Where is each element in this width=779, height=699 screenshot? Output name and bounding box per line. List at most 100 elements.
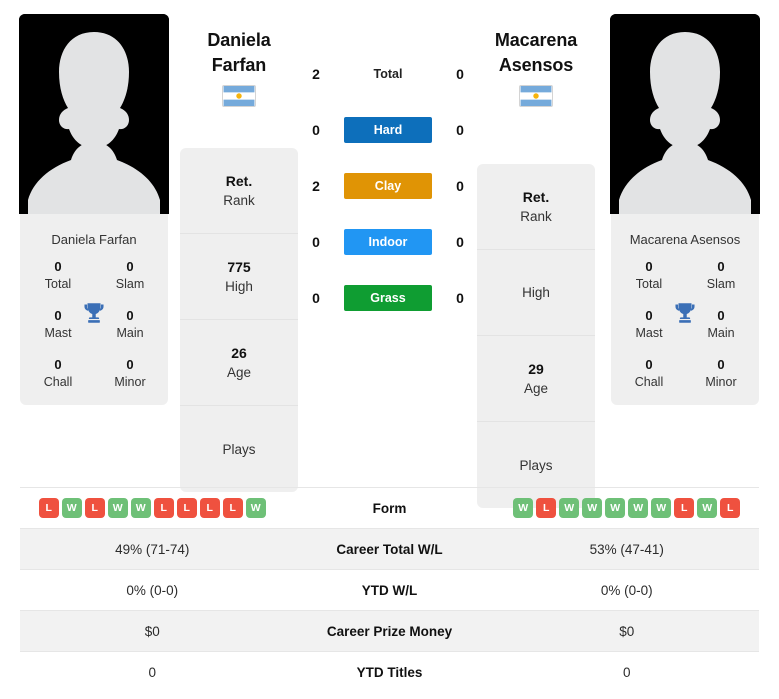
surface-score-left-clay: 2 bbox=[312, 178, 320, 194]
titles-row-3-right: 0 Chall 0 Minor bbox=[611, 356, 759, 391]
player-titles-card-right: Macarena Asensos 0 Total 0 Slam 0 Mast 0… bbox=[611, 214, 759, 405]
titles-total-label-left: Total bbox=[44, 277, 72, 291]
player-last-name-left: Farfan bbox=[211, 55, 267, 75]
form-badge-loss: L bbox=[536, 498, 557, 518]
table-row-career-total-wl: 49% (71-74) Career Total W/L 53% (47-41) bbox=[20, 528, 759, 569]
titles-total-right: 0 Total bbox=[625, 258, 673, 293]
career-stats-table: LWLWWLLLLW Form WLWWWWWLWL 49% (71-74) C… bbox=[20, 487, 759, 692]
titles-mast-value-right: 0 bbox=[645, 308, 653, 323]
titles-chall-right: 0 Chall bbox=[625, 356, 673, 391]
row-label-ytd-wl: YTD W/L bbox=[361, 582, 418, 598]
info-high-label-right: High bbox=[522, 285, 550, 300]
surface-label-hard: Hard bbox=[344, 117, 432, 143]
titles-minor-right: 0 Minor bbox=[697, 356, 745, 391]
player-name-header-left: Daniela Farfan bbox=[159, 28, 319, 107]
player-first-name-right: Macarena bbox=[494, 30, 578, 50]
surface-score-right-indoor: 0 bbox=[456, 234, 464, 250]
career-prize-money-left: $0 bbox=[144, 623, 160, 639]
titles-total-value-left: 0 bbox=[54, 259, 62, 274]
surface-score-left-hard: 0 bbox=[312, 122, 320, 138]
ytd-titles-left: 0 bbox=[148, 664, 156, 680]
info-rank-value-left: Ret. bbox=[225, 173, 253, 189]
form-badge-loss: L bbox=[153, 498, 174, 518]
titles-main-label-right: Main bbox=[707, 326, 735, 340]
player-last-name-right: Asensos bbox=[498, 55, 574, 75]
info-rank-label-left: Rank bbox=[223, 193, 255, 208]
surface-row-hard: 0 Hard 0 bbox=[303, 116, 473, 144]
titles-minor-value-right: 0 bbox=[717, 357, 725, 372]
titles-slam-value-left: 0 bbox=[126, 259, 134, 274]
titles-minor-label-left: Minor bbox=[114, 375, 146, 389]
row-label-career-total-wl: Career Total W/L bbox=[336, 541, 443, 557]
info-age-right: 29 Age bbox=[477, 336, 595, 422]
titles-chall-value-left: 0 bbox=[54, 357, 62, 372]
info-rank-label-right: Rank bbox=[520, 209, 552, 224]
form-badge-win: W bbox=[245, 498, 266, 518]
titles-main-label-left: Main bbox=[116, 326, 144, 340]
titles-chall-value-right: 0 bbox=[645, 357, 653, 372]
titles-main-value-right: 0 bbox=[717, 308, 725, 323]
form-badge-win: W bbox=[628, 498, 649, 518]
player-first-name-left: Daniela bbox=[207, 30, 271, 50]
trophy-icon bbox=[675, 303, 695, 323]
surface-row-total: 2 Total 0 bbox=[303, 60, 473, 88]
titles-chall-label-right: Chall bbox=[634, 375, 664, 389]
player-comparison-page: Daniela Farfan Macarena Asensos 2 Total … bbox=[0, 0, 779, 699]
titles-mast-right: 0 Mast bbox=[625, 307, 673, 342]
info-age-value-left: 26 bbox=[231, 345, 247, 361]
info-plays-label-right: Plays bbox=[519, 457, 553, 473]
titles-mast-label-right: Mast bbox=[635, 326, 663, 340]
form-badge-win: W bbox=[107, 498, 128, 518]
form-badge-win: W bbox=[513, 498, 534, 518]
career-prize-money-right: $0 bbox=[619, 623, 635, 639]
ytd-titles-right: 0 bbox=[622, 664, 631, 680]
player-avatar-right bbox=[610, 14, 760, 214]
form-badge-loss: L bbox=[38, 498, 59, 518]
form-badge-loss: L bbox=[222, 498, 243, 518]
form-badge-loss: L bbox=[84, 498, 105, 518]
player-fullname-right: Macarena Asensos bbox=[629, 232, 741, 247]
form-badge-loss: L bbox=[674, 498, 695, 518]
ytd-wl-right: 0% (0-0) bbox=[600, 582, 653, 598]
info-rank-value-right: Ret. bbox=[522, 189, 550, 205]
form-badge-win: W bbox=[697, 498, 718, 518]
info-rank-left: Ret. Rank bbox=[180, 148, 298, 234]
surface-row-grass: 0 Grass 0 bbox=[303, 284, 473, 312]
titles-main-left: 0 Main bbox=[106, 307, 154, 342]
row-label-career-prize-money: Career Prize Money bbox=[326, 623, 453, 639]
player-avatar-left bbox=[19, 14, 169, 214]
surface-score-right-hard: 0 bbox=[456, 122, 464, 138]
info-age-value-right: 29 bbox=[528, 361, 544, 377]
comparison-header: Daniela Farfan Macarena Asensos 2 Total … bbox=[0, 0, 779, 508]
form-badges-left: LWLWWLLLLW bbox=[20, 498, 285, 518]
titles-total-left: 0 Total bbox=[34, 258, 82, 293]
trophy-icon bbox=[84, 303, 104, 323]
form-badge-loss: L bbox=[176, 498, 197, 518]
row-label-ytd-titles: YTD Titles bbox=[356, 664, 423, 680]
titles-chall-label-left: Chall bbox=[43, 375, 73, 389]
titles-row-1-right: 0 Total 0 Slam bbox=[611, 258, 759, 293]
surface-row-indoor: 0 Indoor 0 bbox=[303, 228, 473, 256]
table-row-career-prize-money: $0 Career Prize Money $0 bbox=[20, 610, 759, 651]
titles-minor-label-right: Minor bbox=[705, 375, 737, 389]
info-rank-right: Ret. Rank bbox=[477, 164, 595, 250]
table-row-ytd-wl: 0% (0-0) YTD W/L 0% (0-0) bbox=[20, 569, 759, 610]
info-high-value-left: 775 bbox=[227, 259, 251, 275]
form-badge-win: W bbox=[61, 498, 82, 518]
surface-label-indoor: Indoor bbox=[344, 229, 432, 255]
info-high-label-left: High bbox=[225, 279, 253, 294]
player-silhouette-icon bbox=[19, 14, 169, 214]
titles-row-1-left: 0 Total 0 Slam bbox=[20, 258, 168, 293]
titles-slam-right: 0 Slam bbox=[697, 258, 745, 293]
titles-slam-label-right: Slam bbox=[706, 277, 736, 291]
player-titles-card-left: Daniela Farfan 0 Total 0 Slam 0 Mast 0 M… bbox=[20, 214, 168, 405]
titles-total-value-right: 0 bbox=[645, 259, 653, 274]
titles-slam-label-left: Slam bbox=[115, 277, 145, 291]
form-badge-win: W bbox=[130, 498, 151, 518]
player-name-header-right: Macarena Asensos bbox=[456, 28, 616, 107]
titles-minor-left: 0 Minor bbox=[106, 356, 154, 391]
titles-mast-left: 0 Mast bbox=[34, 307, 82, 342]
titles-slam-value-right: 0 bbox=[717, 259, 725, 274]
titles-mast-label-left: Mast bbox=[44, 326, 72, 340]
player-fullname-left: Daniela Farfan bbox=[51, 232, 137, 247]
